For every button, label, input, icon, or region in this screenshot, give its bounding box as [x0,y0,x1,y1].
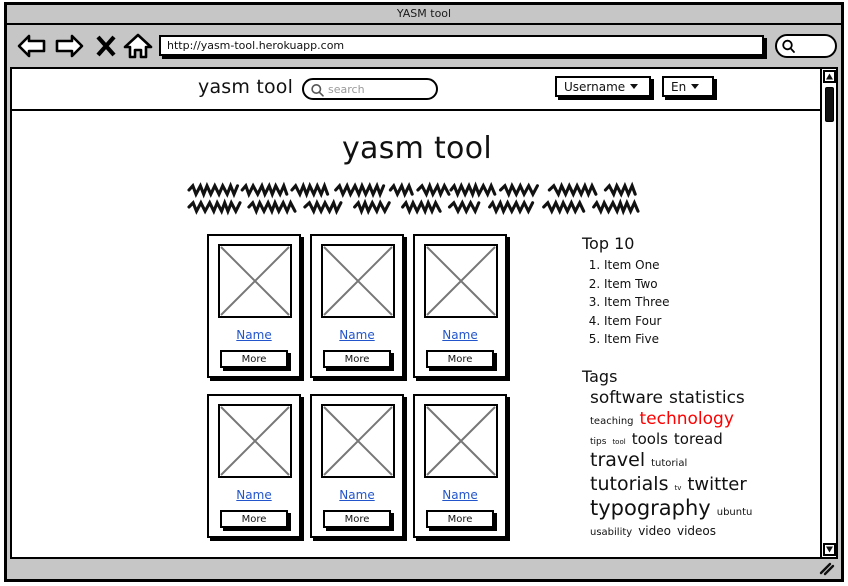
tag-link[interactable]: statistics [669,388,745,406]
tag-link[interactable]: tool [612,438,625,446]
placeholder-text-scribble [187,180,647,220]
username-label: Username [564,80,626,94]
language-dropdown[interactable]: En [662,76,714,97]
magnifier-icon [781,39,796,58]
card-name-link[interactable]: Name [312,488,402,502]
tag-line: tutorials tv twitter [590,473,822,494]
tag-line: teaching technology [590,409,822,428]
resize-grip-icon[interactable] [819,561,835,580]
tag-link[interactable]: tutorials [590,473,668,493]
tags-heading: Tags [582,366,618,386]
tag-link[interactable]: twitter [687,475,746,494]
more-button[interactable]: More [323,350,391,368]
more-button[interactable]: More [426,350,494,368]
tag-link[interactable]: teaching [590,416,634,428]
top10-item[interactable]: Item One [604,256,822,275]
search-placeholder: search [328,83,365,96]
tag-line: typography ubuntu [590,496,822,519]
home-icon[interactable] [123,32,153,60]
chevron-down-icon [691,84,700,89]
status-bar [10,557,838,577]
top10-item[interactable]: Item Two [604,275,822,294]
forward-arrow-icon[interactable] [54,32,84,60]
page-content: yasm tool search Username En yasm tool N… [12,69,822,557]
card-name-link[interactable]: Name [312,328,402,342]
browser-toolbar: http://yasm-tool.herokuapp.com [7,25,841,67]
page-scrollbar[interactable] [820,69,836,557]
image-placeholder-icon [321,244,395,318]
triangle-down-icon[interactable] [823,543,836,556]
card-row: Name More Name More Name More [207,234,507,378]
tag-line: usability video videos [590,522,822,539]
url-text: http://yasm-tool.herokuapp.com [167,39,345,52]
url-input[interactable]: http://yasm-tool.herokuapp.com [159,35,764,56]
content-card[interactable]: Name More [310,234,404,378]
tag-link[interactable]: travel [590,450,645,470]
top10-item[interactable]: Item Three [604,293,822,312]
image-placeholder-icon [218,404,292,478]
content-card[interactable]: Name More [413,234,507,378]
username-dropdown[interactable]: Username [555,76,651,97]
app-logo[interactable]: yasm tool [198,76,293,98]
tag-link[interactable]: usability [590,527,632,539]
app-navbar: yasm tool search Username En [12,69,822,111]
tag-line: travel tutorial [590,450,822,470]
window-title: YASM tool [396,7,452,20]
card-name-link[interactable]: Name [209,328,299,342]
card-name-link[interactable]: Name [415,328,505,342]
tag-link[interactable]: tutorial [651,459,687,470]
tag-link[interactable]: typography [590,496,711,519]
tag-link[interactable]: technology [640,409,734,427]
close-x-icon[interactable] [93,32,123,60]
content-card[interactable]: Name More [207,394,301,538]
top10-item[interactable]: Item Five [604,330,822,349]
content-card[interactable]: Name More [207,234,301,378]
tag-line: software statistics [590,388,822,406]
window-titlebar: YASM tool [7,5,841,25]
more-button[interactable]: More [323,510,391,528]
card-row: Name More Name More Name More [207,394,507,538]
tag-link[interactable]: toread [674,431,723,448]
tag-link[interactable]: videos [677,525,716,538]
tag-link[interactable]: tools [632,431,668,448]
image-placeholder-icon [424,244,498,318]
more-button[interactable]: More [220,510,288,528]
search-input[interactable]: search [302,78,438,100]
browser-window: YASM tool http://yasm-tool.herokuapp.com [4,2,844,582]
page-title: yasm tool [341,131,493,166]
triangle-up-icon[interactable] [823,70,836,83]
content-card[interactable]: Name More [310,394,404,538]
content-card[interactable]: Name More [413,394,507,538]
tag-link[interactable]: ubuntu [717,507,753,519]
scroll-thumb[interactable] [825,87,834,122]
card-name-link[interactable]: Name [415,488,505,502]
top10-heading: Top 10 [582,234,635,253]
image-placeholder-icon [424,404,498,478]
main-area: Name More Name More Name More Name More Name More… [12,234,822,557]
tag-link[interactable]: video [638,525,671,538]
cards-grid: Name More Name More Name More Name More Name More… [207,234,507,554]
image-placeholder-icon [218,244,292,318]
chevron-down-icon [630,84,639,89]
more-button[interactable]: More [220,350,288,368]
card-name-link[interactable]: Name [209,488,299,502]
language-label: En [671,80,687,94]
more-button[interactable]: More [426,510,494,528]
browser-search-box[interactable] [775,34,837,58]
sidebar-column: Top 10 Item OneItem TwoItem ThreeItem Fo… [582,234,822,542]
tag-link[interactable]: tv [674,484,681,492]
page-viewport: yasm tool search Username En yasm tool N… [10,67,838,559]
top10-list: Item OneItem TwoItem ThreeItem FourItem … [582,256,822,349]
tag-link[interactable]: tips [590,437,606,448]
top10-item[interactable]: Item Four [604,312,822,331]
tag-cloud: software statistics teaching technology tips… [582,388,822,539]
image-placeholder-icon [321,404,395,478]
tag-link[interactable]: software [590,388,663,406]
magnifier-icon [310,83,325,102]
tag-line: tips tool tools toread [590,431,822,448]
back-arrow-icon[interactable] [17,32,47,60]
